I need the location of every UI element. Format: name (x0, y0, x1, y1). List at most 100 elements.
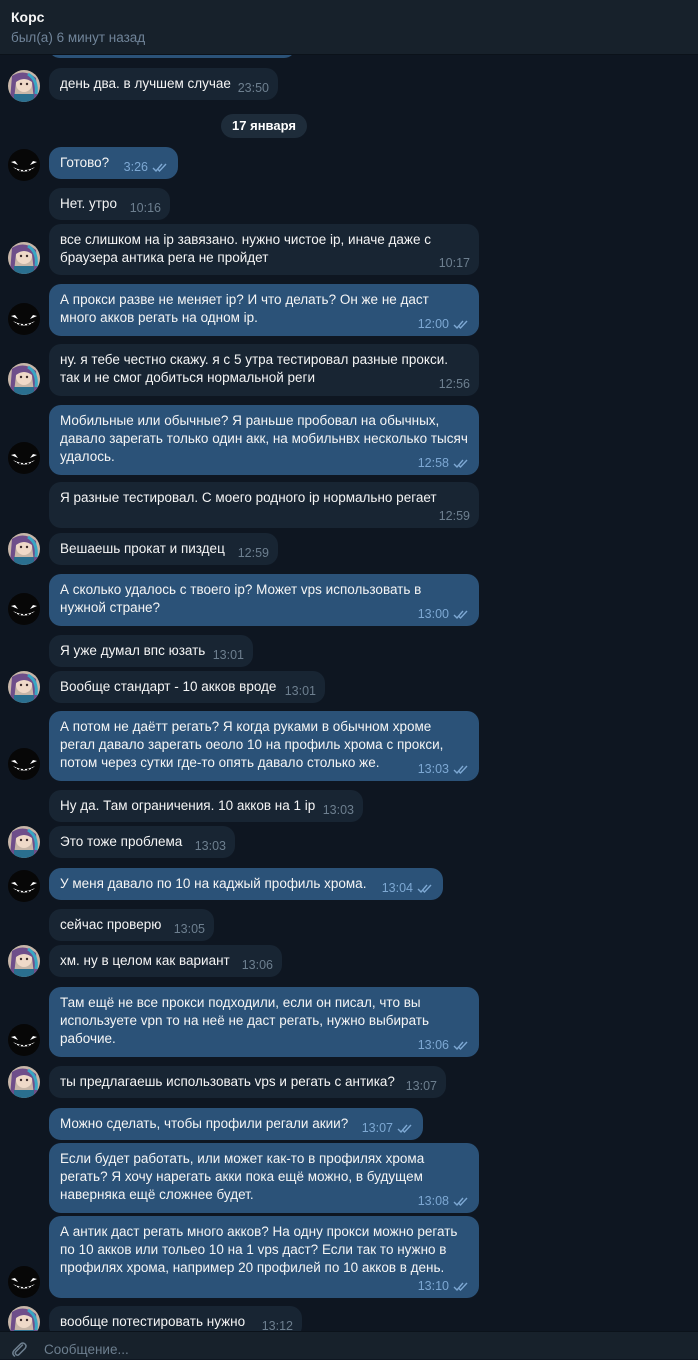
message-bubble[interactable]: Ну да. Там ограничения. 10 акков на 1 ip… (49, 790, 363, 822)
message-text: А потом не даётт регать? Я когда руками … (60, 719, 444, 770)
message-time: 13:04 (381, 881, 413, 895)
message-text: вообще потестировать нужно (60, 1314, 246, 1329)
message-time: 12:58 (417, 456, 449, 470)
message-time: 13:01 (212, 648, 244, 662)
message-bubble[interactable]: Вешаешь прокат и пиздец 12:59 (49, 533, 278, 565)
message-bubble[interactable]: Я уже думал впс юзать 13:01 (49, 635, 253, 667)
my-avatar[interactable] (8, 1024, 40, 1056)
chat-header[interactable]: Корс был(а) 6 минут назад (0, 0, 698, 55)
message-text: Вешаешь прокат и пиздец (60, 541, 225, 556)
message-time: 13:00 (417, 607, 449, 621)
contact-avatar[interactable] (8, 70, 40, 102)
double-check-icon (397, 1124, 412, 1133)
message-bubble[interactable]: Это тоже проблема 13:03 (49, 826, 235, 858)
message-text: ну. я тебе честно скажу. я с 5 утра тест… (60, 352, 448, 385)
contact-avatar[interactable] (8, 533, 40, 565)
message-time: 12:59 (438, 509, 470, 523)
message-text: Там ещё не все прокси подходили, если он… (60, 995, 429, 1046)
contact-avatar[interactable] (8, 1306, 40, 1331)
my-avatar[interactable] (8, 442, 40, 474)
double-check-icon (453, 1282, 468, 1291)
message-text: Можно сделать, чтобы профили регали акии… (60, 1116, 349, 1131)
message-bubble[interactable]: Если будет работать, или может как-то в … (49, 1143, 479, 1213)
contact-avatar[interactable] (8, 242, 40, 274)
contact-avatar[interactable] (8, 826, 40, 858)
message-time: 12:56 (438, 377, 470, 391)
message-text: Вообще стандарт - 10 акков вроде (60, 679, 277, 694)
last-seen-status: был(а) 6 минут назад (11, 30, 146, 45)
message-input[interactable] (44, 1338, 444, 1360)
message-time: 3:26 (123, 160, 148, 174)
message-text: А антик даст регать много акков? На одну… (60, 1224, 458, 1275)
message-time: 13:07 (405, 1079, 437, 1093)
message-time: 13:10 (417, 1279, 449, 1293)
message-time: 13:01 (284, 684, 316, 698)
message-time: 13:07 (361, 1121, 393, 1135)
message-text: все слишком на ip завязано. нужно чистое… (60, 232, 431, 265)
date-separator: 17 января (221, 114, 307, 138)
message-composer (0, 1331, 698, 1360)
my-avatar[interactable] (8, 303, 40, 335)
double-check-icon (417, 884, 432, 893)
contact-avatar[interactable] (8, 671, 40, 703)
message-time: 10:16 (129, 201, 161, 215)
message-time: 13:03 (194, 839, 226, 853)
double-check-icon (152, 163, 167, 172)
message-time: 13:05 (173, 922, 205, 936)
message-time: 23:50 (237, 81, 269, 95)
message-bubble[interactable]: все слишком на ip завязано. нужно чистое… (49, 224, 479, 275)
chat-title[interactable]: Корс (11, 9, 44, 25)
message-time: 12:59 (237, 546, 269, 560)
message-bubble[interactable]: сейчас проверю 13:05 (49, 909, 214, 941)
message-bubble[interactable]: ты предлагаешь использовать vps и регать… (49, 1066, 446, 1098)
message-bubble[interactable]: вообще потестировать нужно 13:12 (49, 1306, 302, 1331)
double-check-icon (453, 320, 468, 329)
double-check-icon (453, 765, 468, 774)
message-bubble[interactable]: Готово? 3:26 (49, 147, 178, 179)
double-check-icon (453, 610, 468, 619)
double-check-icon (453, 459, 468, 468)
double-check-icon (453, 1041, 468, 1050)
message-time: 10:17 (438, 256, 470, 270)
message-bubble[interactable]: хм. ну в целом как вариант 13:06 (49, 945, 282, 977)
message-bubble[interactable]: Можно сделать, чтобы профили регали акии… (49, 1108, 423, 1140)
message-bubble[interactable]: А сколько удалось с твоего ip? Может vps… (49, 574, 479, 626)
contact-avatar[interactable] (8, 363, 40, 395)
message-time: 13:08 (417, 1194, 449, 1208)
message-time: 13:12 (261, 1319, 293, 1331)
message-time: 13:06 (417, 1038, 449, 1052)
my-avatar[interactable] (8, 149, 40, 181)
my-avatar[interactable] (8, 1266, 40, 1298)
message-bubble[interactable]: Вообще стандарт - 10 акков вроде 13:01 (49, 671, 325, 703)
message-text: Мобильные или обычные? Я раньше пробовал… (60, 413, 468, 464)
paperclip-icon[interactable] (10, 1340, 28, 1358)
message-text: А сколько удалось с твоего ip? Может vps… (60, 582, 422, 615)
message-bubble[interactable]: Я разные тестировал. С моего родного ip … (49, 482, 479, 528)
message-bubble[interactable]: ну. я тебе честно скажу. я с 5 утра тест… (49, 344, 479, 396)
message-text: Я разные тестировал. С моего родного ip … (60, 490, 437, 505)
message-list[interactable]: день два. в лучшем случае 23:50 17 январ… (0, 0, 698, 1331)
message-bubble[interactable]: А антик даст регать много акков? На одну… (49, 1216, 479, 1298)
message-time: 13:03 (417, 762, 449, 776)
message-bubble[interactable]: А прокси разве не меняет ip? И что делат… (49, 284, 479, 336)
my-avatar[interactable] (8, 593, 40, 625)
message-time: 12:00 (417, 317, 449, 331)
message-bubble[interactable]: Мобильные или обычные? Я раньше пробовал… (49, 405, 479, 475)
message-bubble[interactable]: Нет. утро 10:16 (49, 188, 170, 220)
contact-avatar[interactable] (8, 945, 40, 977)
message-time: 13:06 (241, 958, 273, 972)
message-text: А прокси разве не меняет ip? И что делат… (60, 292, 429, 325)
message-text: день два. в лучшем случае (60, 76, 231, 91)
message-bubble[interactable]: день два. в лучшем случае 23:50 (49, 68, 278, 100)
contact-avatar[interactable] (8, 1066, 40, 1098)
message-text: ты предлагаешь использовать vps и регать… (60, 1074, 395, 1089)
message-text: У меня давало по 10 на каджый профиль хр… (60, 876, 367, 891)
message-text: хм. ну в целом как вариант (60, 953, 230, 968)
message-text: Ну да. Там ограничения. 10 акков на 1 ip (60, 798, 316, 813)
message-time: 13:03 (322, 803, 354, 817)
message-bubble[interactable]: У меня давало по 10 на каджый профиль хр… (49, 868, 443, 900)
my-avatar[interactable] (8, 748, 40, 780)
message-bubble[interactable]: Там ещё не все прокси подходили, если он… (49, 987, 479, 1057)
message-bubble[interactable]: А потом не даётт регать? Я когда руками … (49, 711, 479, 781)
my-avatar[interactable] (8, 870, 40, 902)
